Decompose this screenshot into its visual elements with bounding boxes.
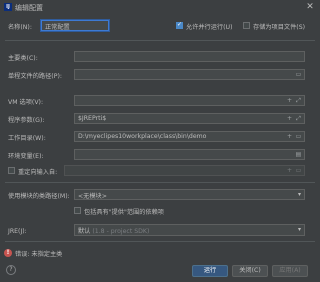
insert-macro-icon[interactable]: + xyxy=(286,97,293,105)
apply-button[interactable]: 应用(A) xyxy=(272,265,308,277)
allow-parallel-label: 允许并行运行(U) xyxy=(186,24,233,31)
jre-hint: (1.8 - project SDK) xyxy=(92,228,150,235)
redirect-input-checkbox[interactable] xyxy=(8,167,15,174)
single-file-path-field[interactable]: ▭ xyxy=(74,69,305,80)
single-file-path-label: 单程文件的路径(P): xyxy=(8,73,62,80)
jre-value: 默认 xyxy=(78,228,91,235)
close-icon[interactable]: ✕ xyxy=(304,1,316,13)
insert-macro-icon[interactable]: + xyxy=(286,133,293,141)
separator xyxy=(5,241,315,242)
name-field[interactable]: 正常配置 xyxy=(41,20,109,31)
env-vars-label: 环境变量(E): xyxy=(8,153,44,160)
store-as-file-checkbox[interactable] xyxy=(243,22,250,29)
error-text: 错误: 未指定主类 xyxy=(15,251,63,258)
help-icon[interactable]: ? xyxy=(6,265,16,275)
run-button[interactable]: 运行 xyxy=(192,265,228,277)
module-classpath-value: <无模块> xyxy=(78,193,107,200)
chevron-down-icon: ▾ xyxy=(297,191,301,198)
module-classpath-label: 使用模块的类路径(M): xyxy=(8,193,70,200)
jre-dropdown[interactable]: 默认 (1.8 - project SDK) ▾ xyxy=(74,224,305,236)
jre-label: JRE(J): xyxy=(8,228,27,235)
expand-icon[interactable]: ⤢ xyxy=(295,97,302,105)
vm-options-label: VM 选项(V): xyxy=(8,99,44,106)
include-provided-label: 包括具有"提供"范围的依赖项 xyxy=(84,209,164,216)
close-button[interactable]: 关闭(C) xyxy=(232,265,268,277)
program-args-field[interactable]: $JREPrti$ + ⤢ xyxy=(74,113,305,124)
working-dir-field[interactable]: D:\myeclipes10workplace\class\bin\demo +… xyxy=(74,131,305,142)
program-args-value: $JREPrti$ xyxy=(78,115,107,122)
folder-icon[interactable]: ▭ xyxy=(295,167,302,175)
chevron-down-icon: ▾ xyxy=(297,226,301,233)
folder-icon[interactable]: ▭ xyxy=(295,133,302,141)
store-as-file-label: 存储为项目文件(S) xyxy=(253,24,306,31)
separator xyxy=(5,40,315,41)
title-bar: IJ 编辑配置 ✕ xyxy=(0,0,320,14)
main-class-field[interactable] xyxy=(74,51,305,62)
allow-parallel-checkbox[interactable] xyxy=(176,21,183,29)
insert-macro-icon[interactable]: + xyxy=(286,115,293,123)
working-dir-value: D:\myeclipes10workplace\class\bin\demo xyxy=(78,133,207,140)
module-classpath-dropdown[interactable]: <无模块> ▾ xyxy=(74,189,305,200)
vm-options-field[interactable]: + ⤢ xyxy=(74,95,305,106)
expand-icon[interactable]: ⤢ xyxy=(295,115,302,123)
program-args-label: 程序参数(G): xyxy=(8,117,45,124)
env-vars-field[interactable]: ▤ xyxy=(74,149,305,160)
include-provided-checkbox[interactable] xyxy=(74,207,81,214)
error-icon: ! xyxy=(4,249,12,257)
error-bar: ! 错误: 未指定主类 xyxy=(0,247,320,259)
redirect-input-field[interactable]: + ▭ xyxy=(64,165,305,176)
folder-icon[interactable]: ▭ xyxy=(295,71,302,79)
name-value: 正常配置 xyxy=(45,24,70,31)
edit-env-icon[interactable]: ▤ xyxy=(295,151,302,159)
window-title: 编辑配置 xyxy=(15,4,43,12)
redirect-input-label: 重定向输入自: xyxy=(18,169,58,176)
intellij-app-icon: IJ xyxy=(4,3,12,11)
insert-macro-icon[interactable]: + xyxy=(286,167,293,175)
main-class-label: 主要类(C): xyxy=(8,55,38,62)
separator xyxy=(5,182,315,183)
working-dir-label: 工作目录(W): xyxy=(8,135,46,142)
name-label: 名称(N): xyxy=(8,24,32,31)
